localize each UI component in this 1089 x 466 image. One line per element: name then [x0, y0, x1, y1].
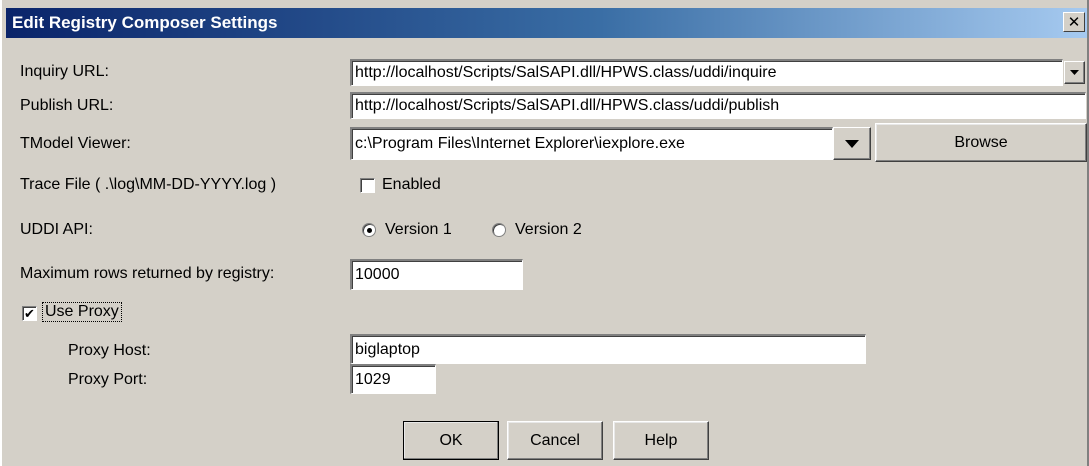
version-2-radio[interactable] [492, 223, 506, 237]
inquiry-url-dropdown-button[interactable] [1064, 61, 1085, 84]
radio-selected-dot [366, 227, 372, 233]
proxy-host-field[interactable]: biglaptop [350, 334, 866, 364]
ok-button[interactable]: OK [403, 421, 499, 460]
max-rows-label: Maximum rows returned by registry: [20, 265, 275, 282]
checkmark-icon: ✔ [24, 306, 35, 321]
proxy-port-label: Proxy Port: [68, 371, 148, 388]
title-bar[interactable]: Edit Registry Composer Settings ✕ [6, 8, 1087, 38]
inquiry-url-value: http://localhost/Scripts/SalSAPI.dll/HPW… [355, 64, 777, 81]
publish-url-value: http://localhost/Scripts/SalSAPI.dll/HPW… [355, 97, 780, 114]
use-proxy-checkbox[interactable]: ✔ [22, 306, 37, 321]
inquiry-url-combobox[interactable]: http://localhost/Scripts/SalSAPI.dll/HPW… [350, 59, 1063, 86]
proxy-host-label: Proxy Host: [68, 342, 151, 359]
chevron-down-icon [1070, 70, 1079, 75]
close-button[interactable]: ✕ [1063, 12, 1085, 32]
tmodel-viewer-value: c:\Program Files\Internet Explorer\iexpl… [355, 135, 685, 152]
publish-url-field[interactable]: http://localhost/Scripts/SalSAPI.dll/HPW… [350, 92, 1086, 119]
version-1-label[interactable]: Version 1 [385, 221, 452, 239]
tmodel-viewer-label: TModel Viewer: [20, 135, 131, 152]
proxy-port-value: 1029 [355, 370, 391, 388]
help-button[interactable]: Help [613, 421, 709, 460]
chevron-down-icon [845, 139, 859, 148]
uddi-api-label: UDDI API: [20, 221, 93, 238]
publish-url-label: Publish URL: [20, 97, 114, 114]
use-proxy-label[interactable]: Use Proxy [42, 302, 122, 322]
trace-enabled-label[interactable]: Enabled [382, 176, 441, 194]
tmodel-viewer-dropdown-button[interactable] [833, 127, 871, 160]
close-icon: ✕ [1067, 13, 1081, 31]
max-rows-field[interactable]: 10000 [350, 259, 523, 290]
cancel-button[interactable]: Cancel [507, 421, 603, 460]
trace-file-label: Trace File ( .\log\MM-DD-YYYY.log ) [20, 176, 277, 193]
browse-button[interactable]: Browse [875, 123, 1087, 162]
proxy-host-value: biglaptop [355, 340, 420, 358]
dialog-title: Edit Registry Composer Settings [12, 13, 278, 32]
trace-enabled-checkbox[interactable] [360, 178, 375, 193]
settings-dialog: Edit Registry Composer Settings ✕ Inquir… [0, 0, 1089, 466]
tmodel-viewer-combobox[interactable]: c:\Program Files\Internet Explorer\iexpl… [350, 127, 833, 160]
proxy-port-field[interactable]: 1029 [350, 364, 436, 394]
inquiry-url-label: Inquiry URL: [20, 63, 109, 80]
version-1-radio[interactable] [362, 223, 376, 237]
max-rows-value: 10000 [355, 266, 400, 283]
version-2-label[interactable]: Version 2 [515, 221, 582, 239]
